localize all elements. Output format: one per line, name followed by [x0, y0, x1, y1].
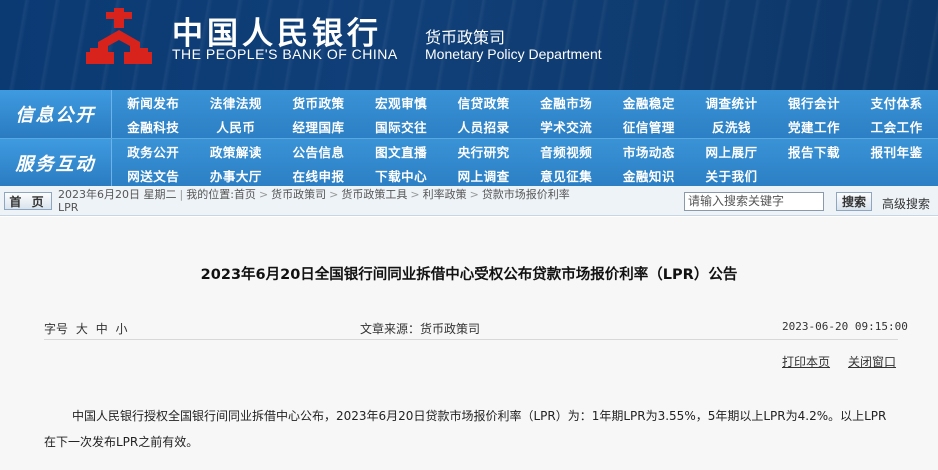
nav-section-info: 信息公开 新闻发布 法律法规 货币政策 宏观审慎 信贷政策 金融市场 金融稳定 …: [0, 90, 938, 138]
nav-item[interactable]: 金融知识: [608, 163, 691, 187]
nav-item[interactable]: 法律法规: [195, 90, 278, 114]
nav-item[interactable]: 金融市场: [525, 90, 608, 114]
search-button[interactable]: 搜索: [836, 192, 872, 211]
font-size-large-button[interactable]: 大: [76, 322, 88, 336]
bank-name-en: THE PEOPLE'S BANK OF CHINA: [172, 46, 398, 62]
font-size-small-button[interactable]: 小: [116, 322, 128, 336]
nav-item[interactable]: 报刊年鉴: [855, 139, 938, 163]
nav-item[interactable]: 关于我们: [690, 163, 773, 187]
home-button[interactable]: 首 页: [4, 192, 52, 210]
nav-section-service: 服务互动 政务公开 政策解读 公告信息 图文直播 央行研究 音频视频 市场动态 …: [0, 138, 938, 187]
breadcrumb-link[interactable]: 利率政策: [423, 188, 467, 201]
font-size-medium-button[interactable]: 中: [96, 322, 108, 336]
nav-row: 政务公开 政策解读 公告信息 图文直播 央行研究 音频视频 市场动态 网上展厅 …: [112, 139, 938, 163]
article-datetime: 2023-06-20 09:15:00: [782, 320, 908, 333]
current-date: 2023年6月20日 星期二: [58, 188, 177, 201]
font-size-control: 字号 大 中 小: [44, 320, 128, 337]
location-label: 我的位置:: [186, 188, 234, 201]
nav-item[interactable]: 宏观审慎: [360, 90, 443, 114]
breadcrumb-link[interactable]: LPR: [58, 201, 78, 214]
nav-item[interactable]: 图文直播: [360, 139, 443, 163]
nav-grid: 新闻发布 法律法规 货币政策 宏观审慎 信贷政策 金融市场 金融稳定 调查统计 …: [112, 90, 938, 138]
nav-item[interactable]: 下载中心: [360, 163, 443, 187]
main-navigation: 信息公开 新闻发布 法律法规 货币政策 宏观审慎 信贷政策 金融市场 金融稳定 …: [0, 90, 938, 187]
article-body: 中国人民银行授权全国银行间同业拆借中心公布，2023年6月20日贷款市场报价利率…: [44, 409, 887, 449]
breadcrumb-link[interactable]: 货币政策工具: [341, 188, 407, 201]
nav-row: 新闻发布 法律法规 货币政策 宏观审慎 信贷政策 金融市场 金融稳定 调查统计 …: [112, 90, 938, 114]
nav-item[interactable]: 网上展厅: [690, 139, 773, 163]
nav-category-label: 服务互动: [0, 139, 112, 187]
nav-item[interactable]: 音频视频: [525, 139, 608, 163]
nav-item[interactable]: 政务公开: [112, 139, 195, 163]
nav-item[interactable]: 国际交往: [360, 114, 443, 138]
nav-item[interactable]: 市场动态: [608, 139, 691, 163]
font-size-label: 字号: [44, 322, 69, 336]
department-name-en: Monetary Policy Department: [425, 46, 602, 62]
department-name-cn: 货币政策司: [425, 28, 506, 47]
article-source: 文章来源：货币政策司: [360, 322, 481, 336]
header-banner: 中国人民银行 THE PEOPLE'S BANK OF CHINA 货币政策司 …: [0, 0, 938, 90]
nav-item[interactable]: 学术交流: [525, 114, 608, 138]
nav-row: 金融科技 人民币 经理国库 国际交往 人员招录 学术交流 征信管理 反洗钱 党建…: [112, 114, 938, 138]
nav-grid: 政务公开 政策解读 公告信息 图文直播 央行研究 音频视频 市场动态 网上展厅 …: [112, 139, 938, 187]
nav-item[interactable]: 支付体系: [855, 90, 938, 114]
nav-item[interactable]: 工会工作: [855, 114, 938, 138]
nav-item[interactable]: 网送文告: [112, 163, 195, 187]
nav-item[interactable]: 公告信息: [277, 139, 360, 163]
nav-item[interactable]: 货币政策: [277, 90, 360, 114]
nav-row: 网送文告 办事大厅 在线申报 下载中心 网上调查 意见征集 金融知识 关于我们: [112, 163, 938, 187]
nav-category-label: 信息公开: [0, 90, 112, 138]
nav-item[interactable]: 调查统计: [690, 90, 773, 114]
nav-item[interactable]: 新闻发布: [112, 90, 195, 114]
nav-item[interactable]: 报告下载: [773, 139, 856, 163]
breadcrumb-link[interactable]: 货币政策司: [271, 188, 326, 201]
nav-item[interactable]: 办事大厅: [195, 163, 278, 187]
nav-item[interactable]: 银行会计: [773, 90, 856, 114]
breadcrumb-link[interactable]: 贷款市场报价利率: [482, 188, 570, 201]
nav-item[interactable]: 党建工作: [773, 114, 856, 138]
nav-item[interactable]: 政策解读: [195, 139, 278, 163]
nav-item[interactable]: 人民币: [195, 114, 278, 138]
breadcrumb-bar: 首 页 2023年6月20日 星期二 | 我的位置:首页 > 货币政策司 > 货币政策工具 >…: [0, 186, 938, 216]
nav-item[interactable]: 在线申报: [277, 163, 360, 187]
search-input[interactable]: 请输入搜索关键字: [684, 192, 824, 211]
pboc-emblem-icon: [86, 8, 152, 64]
nav-item[interactable]: 网上调查: [442, 163, 525, 187]
article-panel: 2023年6月20日全国银行间同业拆借中心受权公布贷款市场报价利率（LPR）公告…: [0, 217, 938, 470]
nav-item[interactable]: 人员招录: [442, 114, 525, 138]
nav-item[interactable]: 金融科技: [112, 114, 195, 138]
nav-item[interactable]: 征信管理: [608, 114, 691, 138]
nav-item[interactable]: 经理国库: [277, 114, 360, 138]
meta-divider: [44, 339, 898, 340]
advanced-search-link[interactable]: 高级搜索: [882, 195, 930, 212]
nav-item[interactable]: 反洗钱: [690, 114, 773, 138]
article-title: 2023年6月20日全国银行间同业拆借中心受权公布贷款市场报价利率（LPR）公告: [200, 267, 738, 283]
close-window-link[interactable]: 关闭窗口: [848, 353, 896, 370]
nav-item[interactable]: 金融稳定: [608, 90, 691, 114]
nav-item[interactable]: 意见征集: [525, 163, 608, 187]
breadcrumb-link[interactable]: 首页: [234, 188, 256, 201]
print-page-link[interactable]: 打印本页: [782, 353, 830, 370]
nav-item[interactable]: 央行研究: [442, 139, 525, 163]
breadcrumb: 2023年6月20日 星期二 | 我的位置:首页 > 货币政策司 > 货币政策工具 > 利率政策…: [58, 188, 570, 214]
nav-item[interactable]: 信贷政策: [442, 90, 525, 114]
